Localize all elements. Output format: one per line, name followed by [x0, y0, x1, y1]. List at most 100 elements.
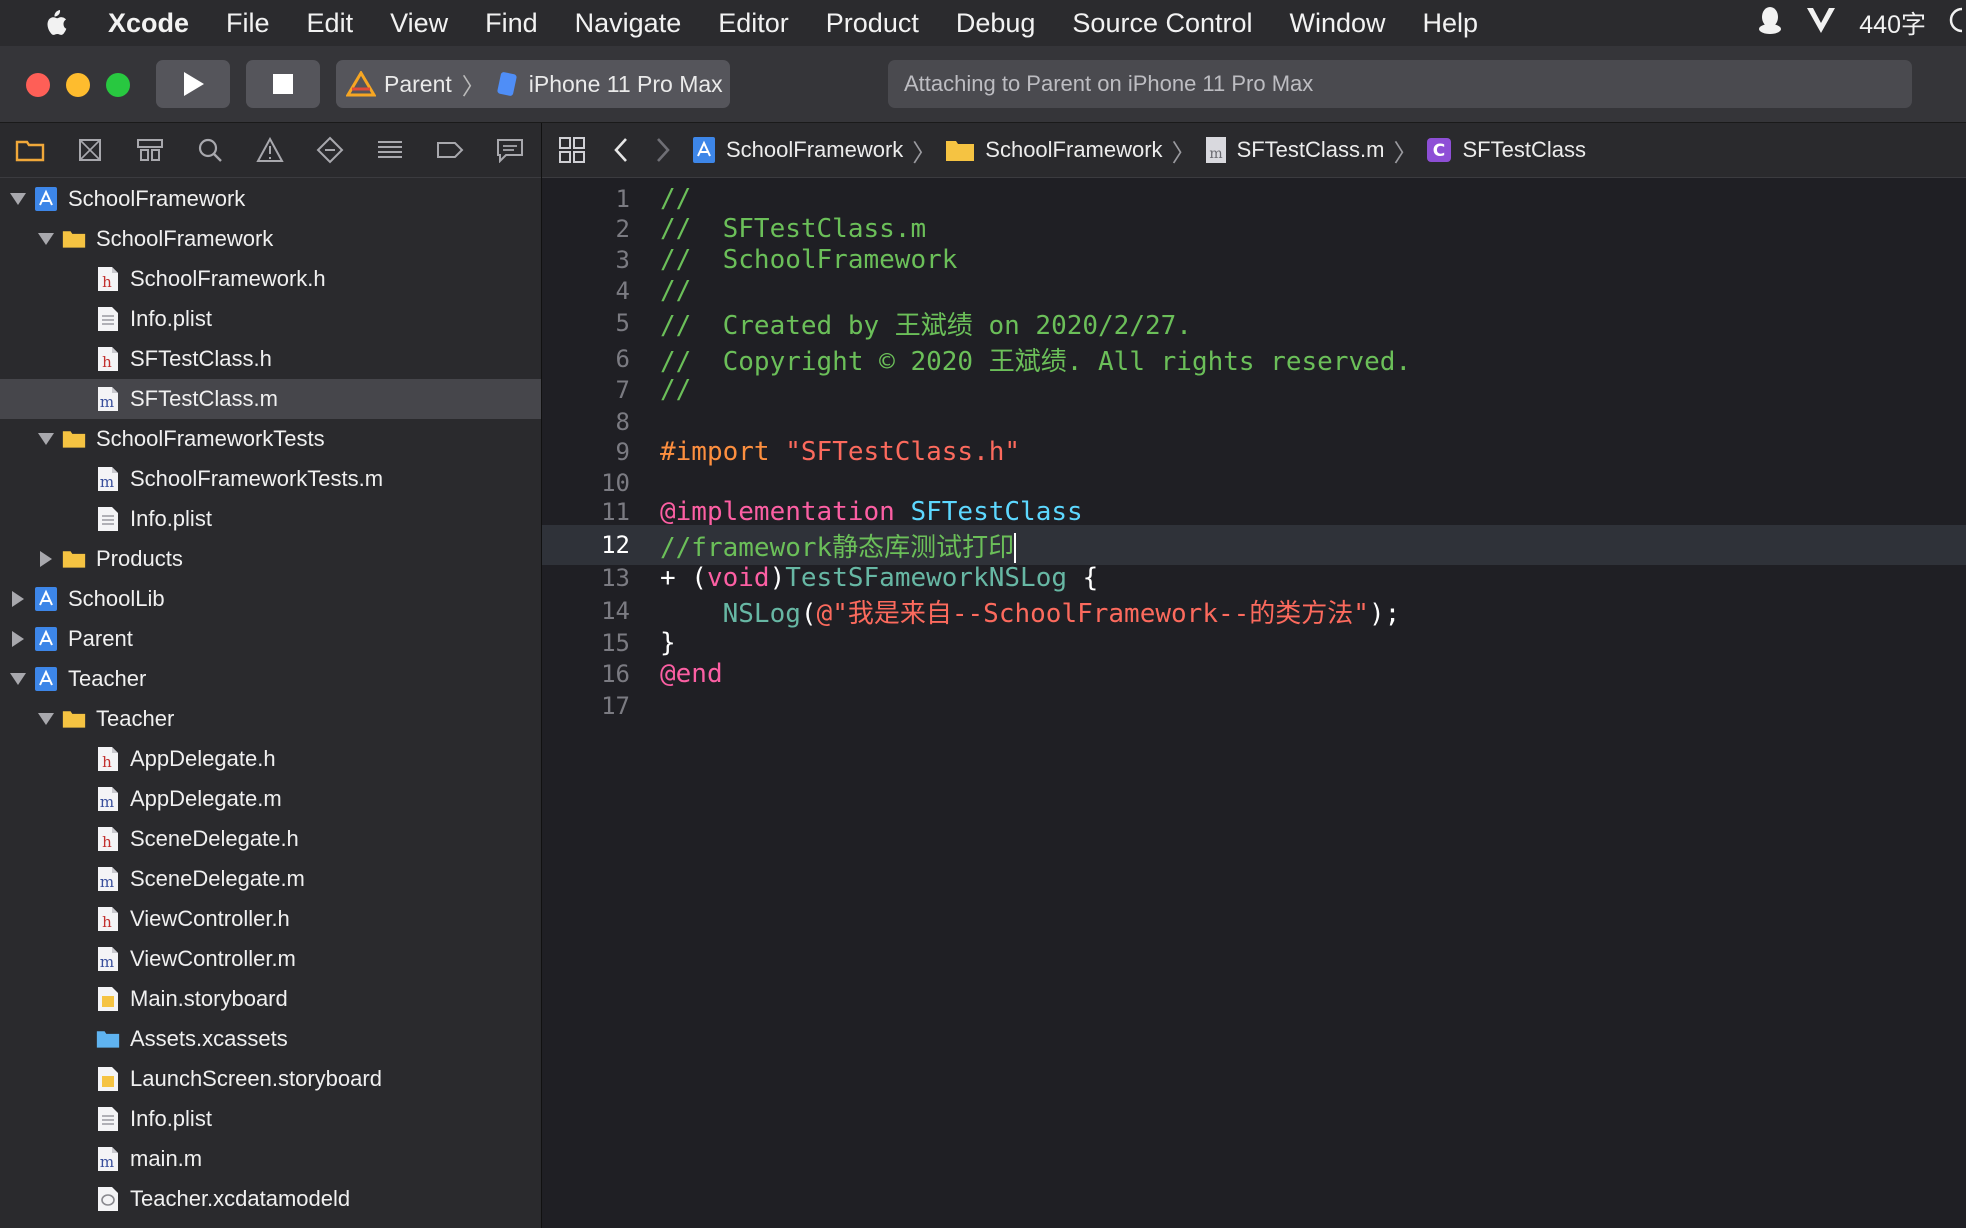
tree-row-h[interactable]: h SFTestClass.h: [0, 339, 541, 379]
tree-row-m[interactable]: m SceneDelegate.m: [0, 859, 541, 899]
stop-button[interactable]: [246, 60, 320, 108]
m-file-icon: m: [1205, 136, 1227, 164]
tree-row-project[interactable]: SchoolFramework: [0, 179, 541, 219]
storyboard-file-icon: [96, 1066, 120, 1092]
m-file-icon: m: [96, 386, 120, 412]
breadcrumb-file[interactable]: m SFTestClass.m 〉: [1205, 133, 1427, 168]
disclosure-closed-icon[interactable]: [10, 591, 26, 607]
tree-row-folder[interactable]: Teacher: [0, 699, 541, 739]
menu-edit[interactable]: Edit: [307, 8, 354, 39]
issue-navigator-warning-icon[interactable]: [240, 137, 300, 163]
tree-row-m[interactable]: m ViewController.m: [0, 939, 541, 979]
scheme-name: Parent: [384, 70, 452, 97]
breadcrumb-symbol-label: SFTestClass: [1462, 137, 1586, 162]
svg-text:m: m: [100, 473, 114, 491]
disclosure-open-icon[interactable]: [10, 671, 26, 687]
close-window-button[interactable]: [26, 73, 50, 97]
test-navigator-diamond-icon[interactable]: [300, 136, 360, 164]
svg-text:h: h: [102, 833, 112, 851]
tree-row-m[interactable]: m main.m: [0, 1139, 541, 1179]
tree-row-folder[interactable]: Products: [0, 539, 541, 579]
tree-row-project[interactable]: Teacher: [0, 659, 541, 699]
forward-chevron-icon[interactable]: [642, 137, 684, 163]
tree-row-plist[interactable]: Info.plist: [0, 1099, 541, 1139]
tree-row-h[interactable]: h AppDelegate.h: [0, 739, 541, 779]
tree-row-plist[interactable]: Info.plist: [0, 499, 541, 539]
tree-row-label: SceneDelegate.h: [130, 826, 299, 851]
scheme-selector[interactable]: Parent 〉 iPhone 11 Pro Max: [336, 60, 730, 108]
vpn-v-icon[interactable]: [1805, 5, 1837, 42]
disclosure-open-icon[interactable]: [38, 231, 54, 247]
breadcrumb-symbol[interactable]: C SFTestClass: [1426, 137, 1586, 163]
menu-app-xcode[interactable]: Xcode: [108, 8, 189, 39]
disclosure-closed-icon[interactable]: [38, 551, 54, 567]
tree-row-h[interactable]: h SchoolFramework.h: [0, 259, 541, 299]
zoom-window-button[interactable]: [106, 73, 130, 97]
word-count-status[interactable]: 440字: [1859, 5, 1926, 41]
menu-file[interactable]: File: [226, 8, 270, 39]
tree-row-label: Main.storyboard: [130, 986, 288, 1011]
stop-icon: [273, 74, 293, 94]
disclosure-closed-icon[interactable]: [10, 631, 26, 647]
tree-row-m[interactable]: m SchoolFrameworkTests.m: [0, 459, 541, 499]
menu-help[interactable]: Help: [1423, 8, 1479, 39]
tree-row-assets[interactable]: Assets.xcassets: [0, 1019, 541, 1059]
symbol-navigator-icon[interactable]: [120, 137, 180, 163]
source-control-navigator-icon[interactable]: [60, 137, 120, 163]
tree-row-project[interactable]: Parent: [0, 619, 541, 659]
code-line[interactable]: 5 // Created by 王斌绩 on 2020/2/27.: [542, 303, 1966, 343]
tree-row-folder[interactable]: SchoolFramework: [0, 219, 541, 259]
back-chevron-icon[interactable]: [600, 137, 642, 163]
breadcrumb-group[interactable]: SchoolFramework 〉: [945, 133, 1204, 168]
menu-find[interactable]: Find: [485, 8, 538, 39]
related-items-grid-icon[interactable]: [544, 136, 600, 164]
tree-row-label: AppDelegate.h: [130, 746, 276, 771]
tree-row-m[interactable]: m SFTestClass.m: [0, 379, 541, 419]
tree-row-plist[interactable]: Info.plist: [0, 299, 541, 339]
status-circle-icon[interactable]: [1948, 5, 1966, 42]
svg-text:C: C: [1433, 141, 1445, 161]
tree-row-storyboard[interactable]: Main.storyboard: [0, 979, 541, 1019]
menu-source-control[interactable]: Source Control: [1072, 8, 1252, 39]
tree-row-m[interactable]: m AppDelegate.m: [0, 779, 541, 819]
debug-navigator-icon[interactable]: [360, 138, 420, 162]
tree-row-label: Products: [96, 546, 183, 571]
disclosure-open-icon[interactable]: [10, 191, 26, 207]
tree-row-project[interactable]: SchoolLib: [0, 579, 541, 619]
svg-text:h: h: [102, 273, 112, 291]
line-number: 5: [615, 309, 630, 337]
run-button[interactable]: [156, 60, 230, 108]
tree-row-h[interactable]: h SceneDelegate.h: [0, 819, 541, 859]
breadcrumb-separator-icon: 〉: [1393, 139, 1418, 167]
play-icon: [184, 72, 204, 96]
breakpoint-navigator-icon[interactable]: [420, 140, 480, 160]
menu-product[interactable]: Product: [826, 8, 919, 39]
apple-logo-icon[interactable]: [40, 7, 80, 39]
menu-view[interactable]: View: [390, 8, 448, 39]
report-navigator-icon[interactable]: [480, 137, 540, 163]
line-number: 7: [615, 376, 630, 404]
tree-row-h[interactable]: h ViewController.h: [0, 899, 541, 939]
menu-navigate[interactable]: Navigate: [575, 8, 682, 39]
breadcrumb-project[interactable]: SchoolFramework 〉: [692, 133, 945, 168]
find-navigator-search-icon[interactable]: [180, 137, 240, 163]
menu-editor[interactable]: Editor: [718, 8, 789, 39]
plist-file-icon: [96, 306, 120, 332]
disclosure-open-icon[interactable]: [38, 431, 54, 447]
tree-row-storyboard[interactable]: LaunchScreen.storyboard: [0, 1059, 541, 1099]
qq-penguin-icon[interactable]: [1757, 5, 1783, 42]
project-navigator: SchoolFramework SchoolFramework h SchoolFra…: [0, 123, 542, 1228]
line-number: 11: [601, 498, 630, 526]
tree-row-datamodel[interactable]: Teacher.xcdatamodeld: [0, 1179, 541, 1219]
code-line[interactable]: 17: [542, 686, 1966, 726]
folder-icon: [62, 546, 86, 572]
disclosure-open-icon[interactable]: [38, 711, 54, 727]
tree-row-label: SchoolFramework.h: [130, 266, 326, 291]
menu-window[interactable]: Window: [1290, 8, 1386, 39]
project-navigator-folder-icon[interactable]: [0, 138, 60, 162]
window-toolbar: Parent 〉 iPhone 11 Pro Max Attaching to …: [0, 46, 1966, 123]
menu-debug[interactable]: Debug: [956, 8, 1036, 39]
tree-row-folder[interactable]: SchoolFrameworkTests: [0, 419, 541, 459]
minimize-window-button[interactable]: [66, 73, 90, 97]
m-file-icon: m: [96, 786, 120, 812]
